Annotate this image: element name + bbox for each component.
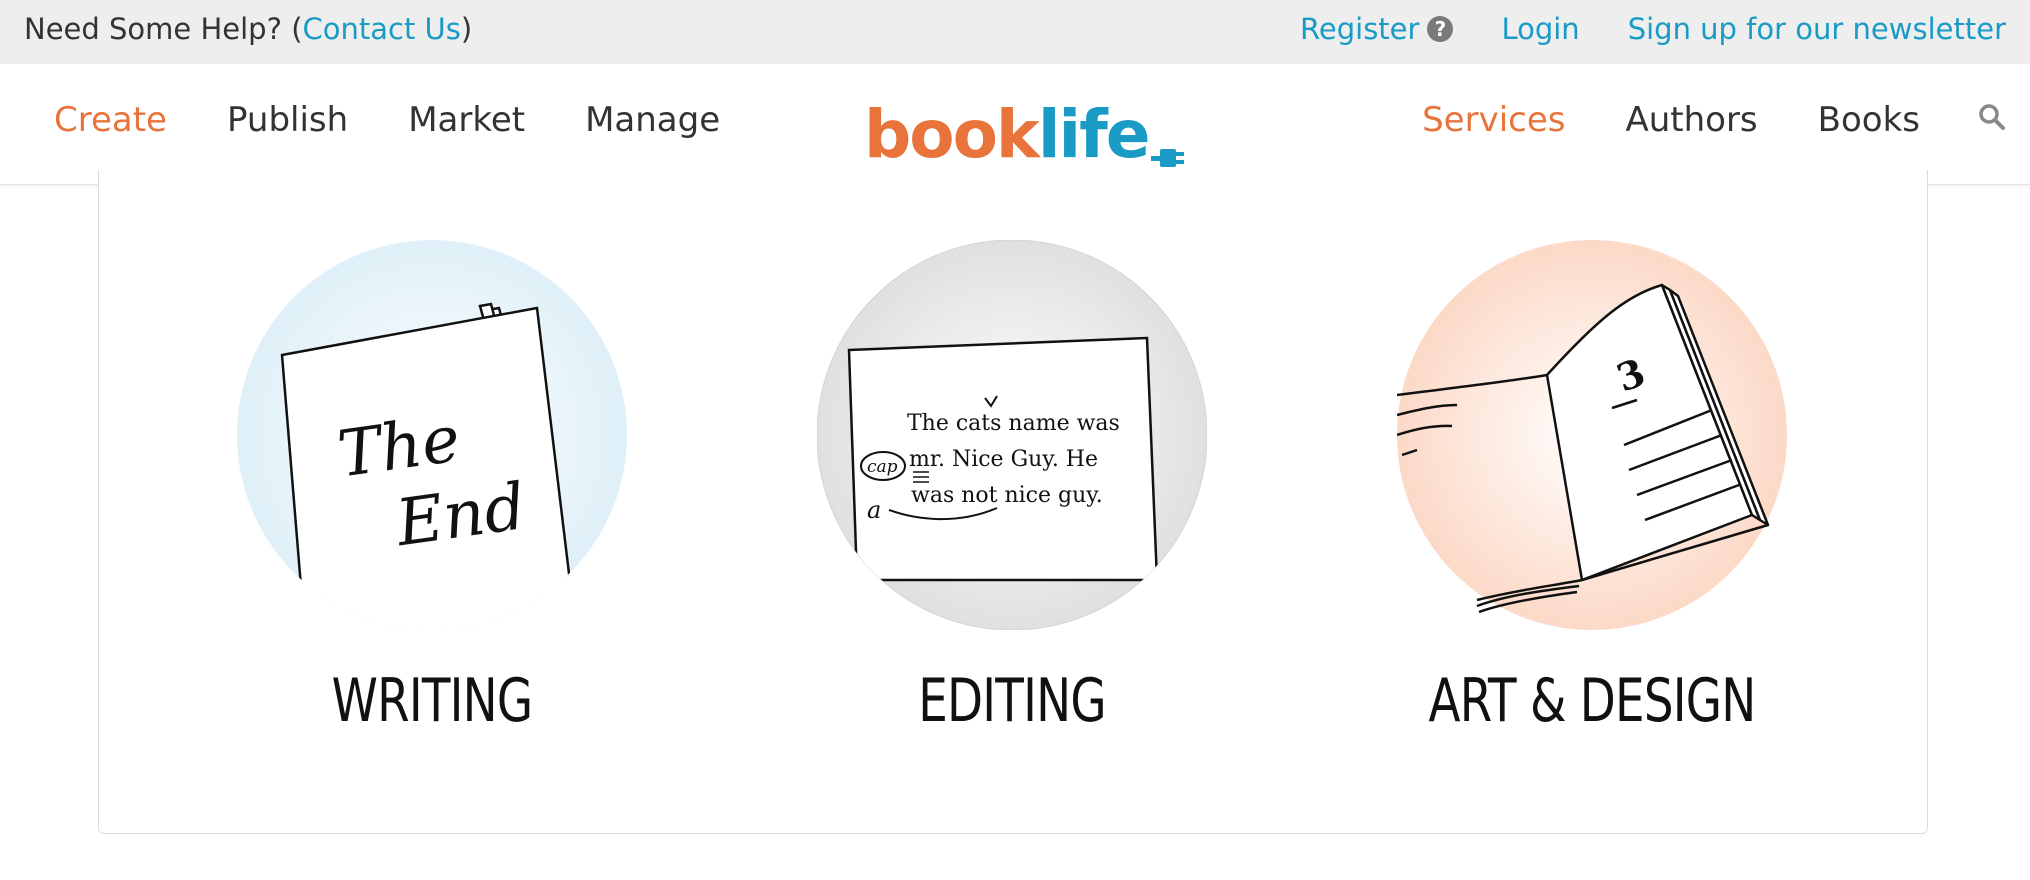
question-circle-icon[interactable]: ?: [1427, 16, 1454, 42]
nav-services[interactable]: Services: [1422, 100, 1565, 140]
plug-icon: [1150, 138, 1185, 167]
login-link[interactable]: Login: [1501, 12, 1579, 46]
service-title-editing[interactable]: EDITING: [848, 666, 1176, 736]
service-title-art-design[interactable]: ART & DESIGN: [1428, 666, 1756, 736]
search-icon[interactable]: [1978, 100, 2006, 140]
register-label[interactable]: Register: [1300, 12, 1419, 46]
newsletter-link[interactable]: Sign up for our newsletter: [1628, 12, 2006, 46]
nav-publish[interactable]: Publish: [227, 100, 348, 140]
service-title-writing[interactable]: WRITING: [268, 666, 596, 736]
proof-line-3: was not nice guy.: [911, 483, 1103, 508]
nav-create[interactable]: Create: [54, 100, 167, 140]
secondary-nav: Services Authors Books: [1362, 100, 2006, 140]
account-links: Register ? Login Sign up for our newslet…: [1300, 12, 2006, 46]
primary-nav: Create Publish Market Manage: [54, 100, 780, 140]
help-prefix: Need Some Help? (: [24, 12, 303, 46]
nav-authors[interactable]: Authors: [1625, 100, 1757, 140]
editing-illustration: The cats name was mr. Nice Guy. He was n…: [816, 239, 1208, 631]
nav-manage[interactable]: Manage: [585, 100, 720, 140]
proof-line-1: The cats name was: [907, 411, 1120, 436]
service-card-editing[interactable]: The cats name was mr. Nice Guy. He was n…: [802, 239, 1222, 736]
logo-life-text: life: [1037, 96, 1151, 173]
contact-us-link[interactable]: Contact Us: [303, 12, 461, 46]
register-link[interactable]: Register ?: [1300, 12, 1454, 46]
service-card-art-design[interactable]: 3 ART & DESIGN: [1382, 240, 1802, 736]
logo-book-text: book: [864, 96, 1040, 173]
service-card-writing[interactable]: The End WRITING: [222, 240, 642, 736]
services-panel: The End WRITING The cats name was mr. Ni…: [98, 170, 1928, 834]
top-help-bar: Need Some Help? (Contact Us) Register ? …: [0, 0, 2030, 64]
proof-line-2: mr. Nice Guy. He: [909, 447, 1098, 472]
nav-market[interactable]: Market: [408, 100, 525, 140]
writing-illustration: The End: [237, 240, 627, 630]
nav-books[interactable]: Books: [1818, 100, 1920, 140]
help-text: Need Some Help? (Contact Us): [24, 12, 472, 46]
proof-mark-cap: cap: [867, 457, 898, 477]
art-design-illustration: 3: [1396, 240, 1787, 630]
main-navbar: Create Publish Market Manage book life Se…: [0, 64, 2030, 185]
help-suffix: ): [460, 12, 473, 46]
proof-mark-a: a: [867, 496, 881, 524]
booklife-logo[interactable]: book life: [864, 88, 1185, 168]
